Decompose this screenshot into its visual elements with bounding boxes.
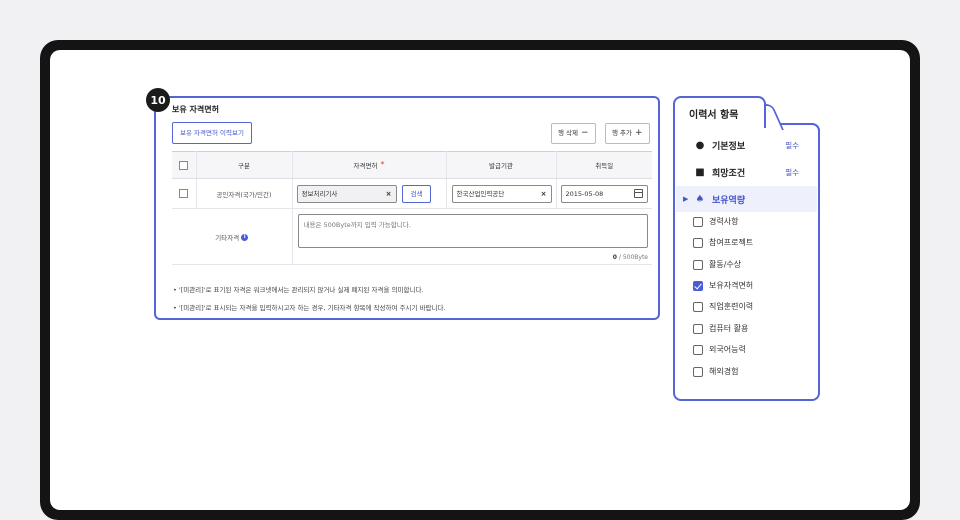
date-field[interactable]: 2015-05-08 <box>560 184 648 203</box>
note-item: • '[미관리]'로 표시되는 자격을 입력하시고자 하는 경우, 기타자격 항… <box>173 304 446 312</box>
other-license-label: 기타자격 <box>215 233 240 242</box>
issuer-cell: 한국산업인력공단 × <box>446 178 557 209</box>
checklist-item-languages[interactable]: 외국어능력 <box>693 344 746 355</box>
header-select-all[interactable] <box>172 151 197 179</box>
note-item: • '[미관리]'로 표기된 자격은 워크넷에서는 관리되지 않거나 실제 폐지… <box>173 286 424 294</box>
checklist-label: 컴퓨터 활용 <box>709 324 749 333</box>
required-badge: 필수 <box>785 167 799 177</box>
checklist-item-projects[interactable]: 참여프로젝트 <box>693 237 753 248</box>
header-date: 취득일 <box>556 151 652 179</box>
notes: • '[미관리]'로 표기된 자격은 워크넷에서는 관리되지 않거나 실제 폐지… <box>173 284 446 320</box>
checklist-item-career[interactable]: 경력사항 <box>693 216 738 227</box>
add-row-button[interactable]: 행 추가 + <box>605 123 650 144</box>
row-type: 공인자격(국가/민간) <box>196 178 293 209</box>
other-license-cell: 내용은 500Byte까지 입력 가능합니다. 0 / 500Byte <box>292 208 652 265</box>
header-type: 구분 <box>196 151 293 179</box>
checklist-label: 직업훈련이력 <box>709 302 754 311</box>
person-circle-icon: ● <box>695 139 705 151</box>
plus-icon: + <box>635 128 643 138</box>
required-badge: 필수 <box>785 140 799 150</box>
sidebar-item-label: 기본정보 <box>712 141 746 152</box>
required-mark: * <box>380 160 385 169</box>
checkbox[interactable] <box>693 366 703 377</box>
header-license: 자격면허 * <box>292 151 447 179</box>
checkbox[interactable] <box>693 259 703 270</box>
date-cell: 2015-05-08 <box>556 178 652 209</box>
checklist-label: 경력사항 <box>709 217 739 226</box>
select-all-checkbox[interactable] <box>179 160 189 170</box>
clear-issuer-icon[interactable]: × <box>541 186 547 202</box>
sidebar-title: 이력서 항목 <box>689 110 739 121</box>
checklist-item-computer[interactable]: 컴퓨터 활용 <box>693 323 748 334</box>
checkbox[interactable] <box>693 323 703 334</box>
search-button[interactable]: 검색 <box>401 184 432 203</box>
other-license-textarea[interactable]: 내용은 500Byte까지 입력 가능합니다. <box>297 214 648 248</box>
issuer-value: 한국산업인력공단 <box>456 189 505 198</box>
delete-row-label: 행 삭제 <box>558 129 579 137</box>
minus-icon: − <box>581 128 589 138</box>
header-issuer: 발급기관 <box>446 151 557 179</box>
date-value: 2015-05-08 <box>565 189 604 198</box>
current-arrow-icon: ▶ <box>683 195 689 203</box>
textarea-placeholder: 내용은 500Byte까지 입력 가능합니다. <box>303 221 411 229</box>
checklist-label: 참여프로젝트 <box>709 238 754 247</box>
license-history-button[interactable]: 보유 자격면허 이력보기 <box>172 122 252 144</box>
other-license-row: 기타자격 i 내용은 500Byte까지 입력 가능합니다. 0 / 500Byt… <box>172 208 652 265</box>
checklist-item-activities[interactable]: 활동/수상 <box>693 259 741 270</box>
issuer-field[interactable]: 한국산업인력공단 × <box>451 184 552 203</box>
checkbox[interactable] <box>693 237 703 248</box>
checklist-label: 보유자격면허 <box>709 281 754 290</box>
table-row: 공인자격(국가/민간) 정보처리기사 × 검색 한국산업인력공단 × 2015-… <box>172 178 652 209</box>
delete-row-button[interactable]: 행 삭제 − <box>551 123 596 144</box>
row-select-cell <box>172 178 197 209</box>
sidebar-item-label: 희망조건 <box>712 168 746 179</box>
checkbox[interactable] <box>693 301 703 312</box>
other-license-label-cell: 기타자격 i <box>172 208 293 265</box>
checklist-label: 외국어능력 <box>709 345 746 354</box>
info-icon[interactable]: i <box>241 234 249 241</box>
checkbox-checked[interactable] <box>693 280 703 291</box>
sidebar-item-desired-conditions[interactable]: ■ 희망조건 필수 <box>676 159 817 185</box>
checklist-label: 해외경험 <box>709 367 739 376</box>
step-badge: 10 <box>146 88 170 112</box>
license-cell: 정보처리기사 × 검색 <box>292 178 447 209</box>
add-row-label: 행 추가 <box>612 129 633 137</box>
checklist-item-training[interactable]: 직업훈련이력 <box>693 301 753 312</box>
skill-icon: ♠ <box>695 193 705 205</box>
checklist-label: 활동/수상 <box>709 260 742 269</box>
byte-counter: 0 / 500Byte <box>613 254 648 261</box>
sidebar-item-basic-info[interactable]: ● 기본정보 필수 <box>676 132 817 158</box>
header-license-label: 자격면허 <box>353 162 378 170</box>
checkbox[interactable] <box>693 344 703 355</box>
document-icon: ■ <box>695 166 705 178</box>
checkbox[interactable] <box>693 216 703 227</box>
sidebar-item-label: 보유역량 <box>712 195 746 206</box>
row-checkbox[interactable] <box>179 189 189 198</box>
checklist-item-licenses[interactable]: 보유자격면허 <box>693 280 753 291</box>
clear-license-icon[interactable]: × <box>386 186 392 202</box>
sidebar-item-competencies[interactable]: ▶ ♠ 보유역량 <box>676 186 817 212</box>
byte-count: 0 <box>612 254 617 261</box>
panel-title: 보유 자격면허 <box>172 105 219 114</box>
license-table: 구분 자격면허 * 발급기관 취득일 공인자격(국가/민간) 정보처리기사 × 검… <box>172 151 652 265</box>
license-panel: 보유 자격면허 보유 자격면허 이력보기 행 삭제 − 행 추가 + 구분 자격면허… <box>154 96 660 320</box>
byte-limit: / 500Byte <box>618 254 648 261</box>
table-header-row: 구분 자격면허 * 발급기관 취득일 <box>172 151 652 179</box>
calendar-icon[interactable] <box>633 188 643 198</box>
license-field[interactable]: 정보처리기사 × <box>296 184 397 203</box>
license-value: 정보처리기사 <box>301 189 338 198</box>
checklist-item-overseas[interactable]: 해외경험 <box>693 366 738 377</box>
